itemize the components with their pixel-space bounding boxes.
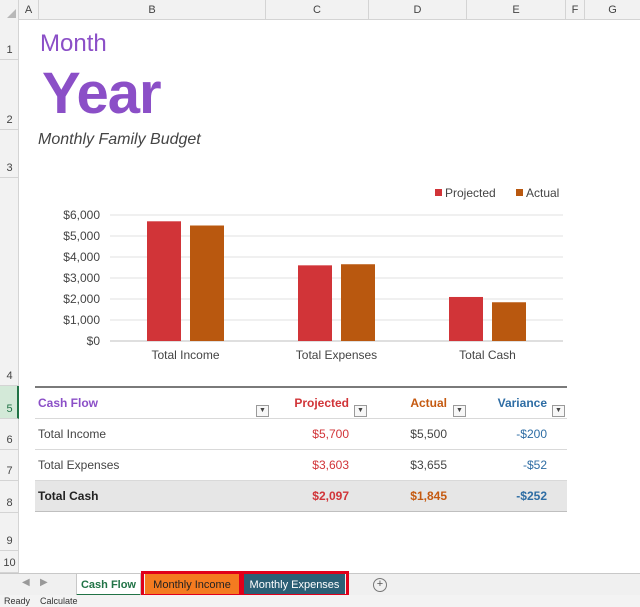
column-header-f[interactable]: F [566, 0, 585, 20]
tab-cash-flow[interactable]: Cash Flow [76, 574, 141, 596]
variance-value[interactable]: -$252 [516, 481, 547, 512]
header-projected[interactable]: Projected [294, 388, 349, 419]
status-ready: Ready [4, 596, 31, 606]
y-tick-label: $6,000 [63, 208, 100, 222]
table-row: Total Expenses $3,603 $3,655 -$52 [35, 450, 567, 481]
row-label[interactable]: Total Expenses [38, 450, 119, 481]
row-header-6[interactable]: 6 [0, 419, 19, 450]
x-tick-label: Total Expenses [296, 348, 377, 362]
bar-projected [298, 265, 332, 341]
y-tick-label: $5,000 [63, 229, 100, 243]
row-header-4[interactable]: 4 [0, 178, 19, 386]
bar-actual [341, 264, 375, 341]
legend-swatch [435, 189, 442, 196]
bar-actual [492, 302, 526, 341]
budget-bar-chart[interactable]: $0 $1,000 $2,000 $3,000 $4,000 $5,000 $6,000 To… [55, 180, 585, 370]
y-tick-label: $2,000 [63, 292, 100, 306]
column-header-g[interactable]: G [585, 0, 640, 20]
scroll-tabs-left-icon[interactable]: ◀ [22, 577, 30, 588]
column-header-d[interactable]: D [369, 0, 467, 20]
column-header-e[interactable]: E [467, 0, 566, 20]
scroll-tabs-right-icon[interactable]: ▶ [40, 577, 48, 588]
y-tick-label: $1,000 [63, 313, 100, 327]
cash-flow-table: Cash Flow ▼ Projected ▼ Actual ▼ Varianc… [35, 386, 567, 512]
table-total-row: Total Cash $2,097 $1,845 -$252 [35, 481, 567, 512]
row-header-10[interactable]: 10 [0, 551, 19, 573]
y-tick-label: $3,000 [63, 271, 100, 285]
filter-dropdown-actual[interactable]: ▼ [453, 405, 466, 417]
filter-dropdown-cash-flow[interactable]: ▼ [256, 405, 269, 417]
row-header-5[interactable]: 5 [0, 386, 19, 419]
column-header-bar: A B C D E F G [0, 0, 640, 20]
filter-dropdown-projected[interactable]: ▼ [354, 405, 367, 417]
row-header-8[interactable]: 8 [0, 481, 19, 513]
filter-dropdown-variance[interactable]: ▼ [552, 405, 565, 417]
actual-value[interactable]: $1,845 [410, 481, 447, 512]
header-cash-flow[interactable]: Cash Flow [38, 388, 98, 419]
spreadsheet-window: A B C D E F G 1 2 3 4 5 6 7 8 9 10 Month… [0, 0, 640, 607]
budget-subtitle[interactable]: Monthly Family Budget [38, 131, 201, 149]
legend-label: Actual [526, 186, 559, 200]
variance-value[interactable]: -$200 [516, 419, 547, 450]
table-row: Total Income $5,700 $5,500 -$200 [35, 419, 567, 450]
bar-projected [147, 221, 181, 341]
x-tick-label: Total Income [151, 348, 219, 362]
row-header-7[interactable]: 7 [0, 450, 19, 481]
header-actual[interactable]: Actual [410, 388, 447, 419]
y-tick-label: $4,000 [63, 250, 100, 264]
projected-value[interactable]: $2,097 [312, 481, 349, 512]
legend-swatch [516, 189, 523, 196]
status-calculate[interactable]: Calculate [40, 595, 78, 607]
table-header-row: Cash Flow ▼ Projected ▼ Actual ▼ Varianc… [35, 388, 567, 419]
row-header-1[interactable]: 1 [0, 20, 19, 60]
highlight-box-monthly-expenses [241, 571, 349, 597]
add-sheet-icon[interactable]: + [373, 578, 387, 592]
status-bar: Ready Calculate [0, 595, 640, 607]
row-label[interactable]: Total Cash [38, 481, 98, 512]
actual-value[interactable]: $3,655 [410, 450, 447, 481]
row-label[interactable]: Total Income [38, 419, 106, 450]
legend-label: Projected [445, 186, 496, 200]
column-header-c[interactable]: C [266, 0, 369, 20]
projected-value[interactable]: $3,603 [312, 450, 349, 481]
variance-value[interactable]: -$52 [523, 450, 547, 481]
column-header-a[interactable]: A [19, 0, 39, 20]
year-title[interactable]: Year [42, 60, 162, 127]
row-header-2[interactable]: 2 [0, 60, 19, 130]
projected-value[interactable]: $5,700 [312, 419, 349, 450]
bar-projected [449, 296, 483, 341]
row-header-9[interactable]: 9 [0, 513, 19, 551]
actual-value[interactable]: $5,500 [410, 419, 447, 450]
bar-actual [190, 225, 224, 341]
column-header-b[interactable]: B [39, 0, 266, 20]
header-variance[interactable]: Variance [498, 388, 547, 419]
y-tick-label: $0 [87, 334, 101, 348]
highlight-box-monthly-income [141, 571, 242, 597]
row-header-3[interactable]: 3 [0, 130, 19, 178]
month-title[interactable]: Month [40, 30, 107, 58]
x-tick-label: Total Cash [459, 348, 516, 362]
select-all-corner[interactable] [0, 0, 19, 20]
